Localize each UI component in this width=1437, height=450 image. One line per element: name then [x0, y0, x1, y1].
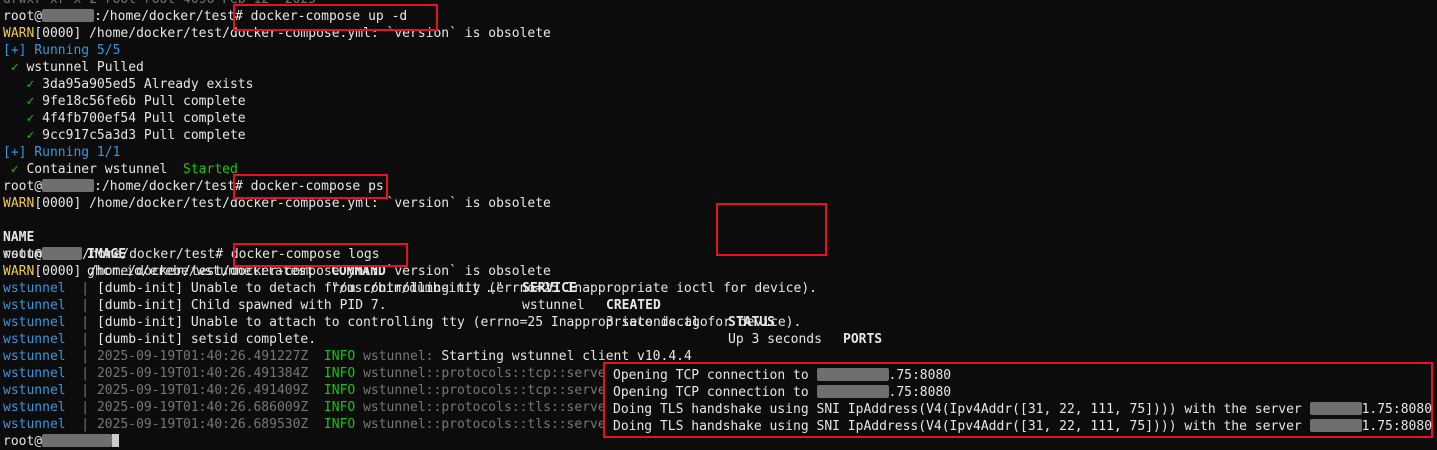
layer-line: ✓ 9cc917c5a3d3 Pull complete — [26, 128, 246, 143]
highlight-box-ps-command — [233, 174, 388, 199]
log-line: wstunnel | [dumb-init] Unable to attach … — [3, 315, 802, 330]
redacted-hostname — [42, 9, 95, 22]
started-status: Started — [183, 162, 238, 177]
redacted-hostname — [42, 247, 83, 260]
log-line: wstunnel | 2025-09-19T01:40:26.491409Z I… — [3, 383, 622, 398]
highlight-box-status — [716, 203, 827, 256]
redacted-ip — [1309, 419, 1362, 432]
check-icon: ✓ — [26, 111, 35, 126]
redacted-ip — [1309, 402, 1362, 415]
log-line: wstunnel | [dumb-init] Child spawned wit… — [3, 298, 387, 313]
layer-line: ✓ 4f4fb700ef54 Pull complete — [26, 111, 246, 126]
check-icon: ✓ — [10, 162, 19, 177]
connection-callout: Opening TCP connection to .75:8080 Openi… — [603, 362, 1433, 438]
last-prompt[interactable]: root@ — [3, 433, 120, 450]
check-icon: ✓ — [26, 77, 35, 92]
running-status-2: [+] Running 1/1 — [3, 145, 121, 160]
cell-status: Up 3 seconds — [728, 332, 822, 347]
callout-line: Opening TCP connection to .75:8080 — [613, 368, 952, 383]
log-line: wstunnel | 2025-09-19T01:40:26.491384Z I… — [3, 366, 622, 381]
log-line: wstunnel | 2025-09-19T01:40:26.491227Z I… — [3, 349, 692, 364]
log-line: wstunnel | 2025-09-19T01:40:26.686009Z I… — [3, 400, 622, 415]
highlight-box-logs-command — [233, 243, 408, 267]
check-icon: ✓ — [26, 94, 35, 109]
redacted-ip — [816, 368, 889, 381]
log-line: wstunnel | [dumb-init] Unable to detach … — [3, 281, 817, 296]
check-icon: ✓ — [10, 60, 19, 75]
cursor — [112, 434, 120, 447]
redacted-hostname — [42, 434, 113, 447]
layer-line: ✓ 3da95a905ed5 Already exists — [26, 77, 254, 92]
column-header-created: CREATED — [606, 298, 661, 313]
log-line: wstunnel | [dumb-init] setsid complete. — [3, 332, 317, 347]
callout-line: Opening TCP connection to .75:8080 — [613, 385, 952, 400]
container-started-line: ✓ Container wstunnel Started — [10, 162, 238, 177]
service-pulled-line: ✓ wstunnel Pulled — [10, 60, 144, 75]
cell-service: wstunnel — [522, 298, 585, 313]
running-status-1: [+] Running 5/5 — [3, 43, 121, 58]
check-icon: ✓ — [26, 128, 35, 143]
highlight-box-up-command — [233, 4, 438, 31]
table-row: wstunnel ghcr.io/erebe/wstunnel:latest "… — [3, 229, 822, 347]
layer-line: ✓ 9fe18c56fe6b Pull complete — [26, 94, 246, 109]
redacted-hostname — [42, 179, 95, 192]
column-header-ports: PORTS — [843, 332, 883, 347]
callout-line: Doing TLS handshake using SNI IpAddress(… — [613, 402, 1433, 417]
log-line: wstunnel | 2025-09-19T01:40:26.689530Z I… — [3, 417, 622, 432]
terminal-window[interactable]: drwxr-xr-x 2 root root 4096 Feb 12 2025 … — [0, 0, 1437, 449]
callout-line: Doing TLS handshake using SNI IpAddress(… — [613, 419, 1433, 434]
redacted-ip — [816, 385, 889, 398]
ps-table-header: NAME IMAGE COMMAND SERVICE CREATED STATU… — [3, 212, 882, 347]
